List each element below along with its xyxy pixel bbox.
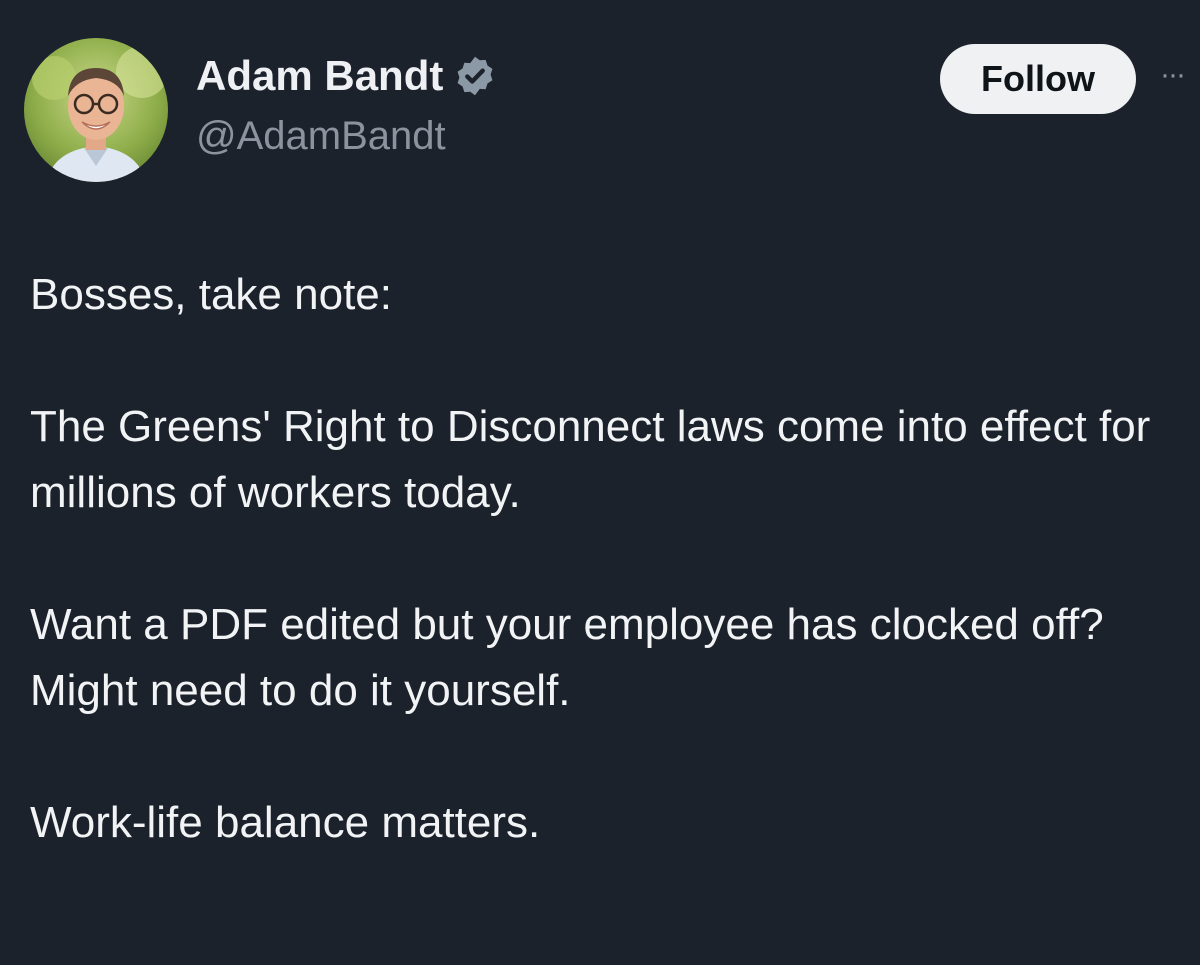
display-name-text: Adam Bandt (196, 52, 444, 99)
tweet-text: Bosses, take note: The Greens' Right to … (30, 262, 1190, 856)
display-name[interactable]: Adam Bandt (196, 52, 497, 100)
follow-button[interactable]: Follow (940, 44, 1136, 114)
profile-photo-icon (24, 38, 168, 182)
tweet-paragraph: Want a PDF edited but your employee has … (30, 600, 1104, 715)
tweet-paragraph: Work-life balance matters. (30, 798, 541, 847)
verified-badge-icon (453, 54, 497, 98)
tweet-paragraph: The Greens' Right to Disconnect laws com… (30, 402, 1151, 517)
avatar[interactable] (24, 38, 168, 182)
tweet-paragraph: Bosses, take note: (30, 270, 392, 319)
more-options-icon[interactable]: ··· (1160, 60, 1200, 100)
user-handle[interactable]: @AdamBandt (196, 114, 446, 159)
